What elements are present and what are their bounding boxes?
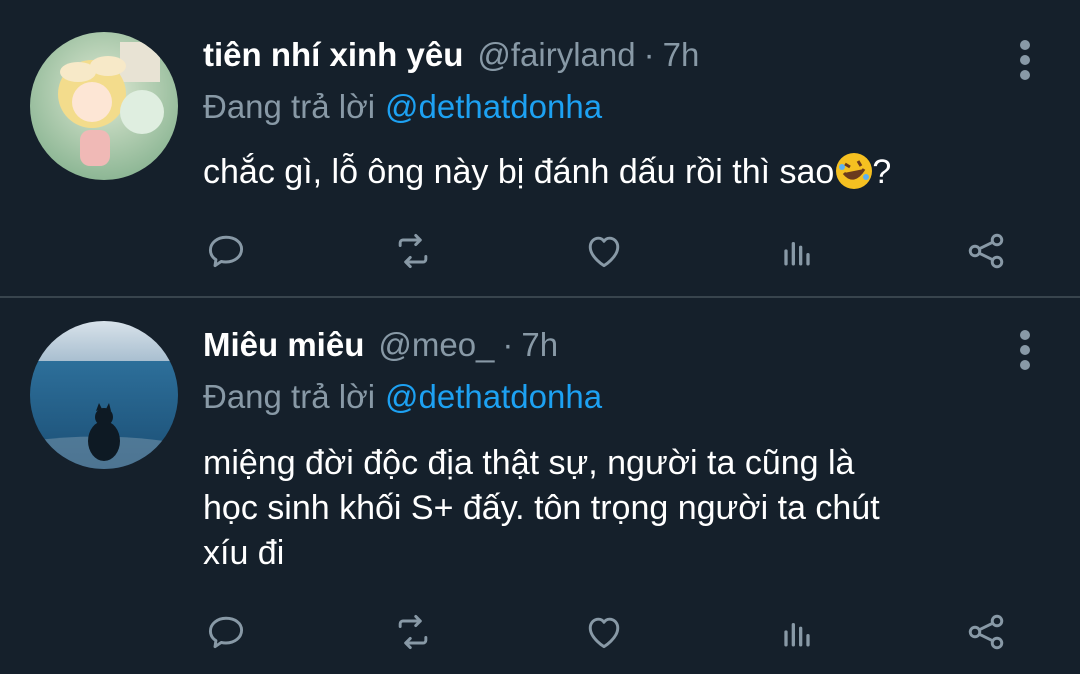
reply-icon[interactable] bbox=[203, 229, 249, 273]
username[interactable]: @fairyland bbox=[477, 36, 635, 74]
separator: · bbox=[502, 326, 514, 363]
display-name[interactable]: tiên nhí xinh yêu bbox=[203, 36, 463, 74]
replying-to: Đang trả lời @dethatdonha bbox=[203, 88, 602, 126]
more-icon[interactable] bbox=[1020, 330, 1030, 370]
tweet[interactable]: tiên nhí xinh yêu @fairyland · 7h Đang t… bbox=[0, 0, 1080, 296]
tweet[interactable]: Miêu miêu @meo_ · 7h Đang trả lời @dethat… bbox=[0, 298, 1080, 674]
share-icon[interactable] bbox=[963, 610, 1009, 654]
display-name[interactable]: Miêu miêu bbox=[203, 326, 364, 364]
share-icon[interactable] bbox=[963, 229, 1009, 273]
more-icon[interactable] bbox=[1020, 40, 1030, 80]
like-icon[interactable] bbox=[581, 229, 627, 273]
retweet-icon[interactable] bbox=[390, 229, 436, 273]
tweet-text: chắc gì, lỗ ông này bị đánh dấu rồi thì … bbox=[203, 150, 1023, 195]
mention-link[interactable]: @dethatdonha bbox=[385, 88, 602, 125]
analytics-icon[interactable] bbox=[774, 229, 820, 273]
tweet-text-body: chắc gì, lỗ ông này bị đánh dấu rồi thì … bbox=[203, 153, 835, 191]
timestamp[interactable]: 7h bbox=[663, 36, 700, 74]
retweet-icon[interactable] bbox=[390, 610, 436, 654]
tweet-actions bbox=[203, 610, 1023, 654]
tweet-text-line: xíu đi bbox=[203, 534, 285, 572]
mention-link[interactable]: @dethatdonha bbox=[385, 378, 602, 415]
tweet-text-line: miệng đời độc địa thật sự, người ta cũng… bbox=[203, 444, 855, 482]
tweet-text: miệng đời độc địa thật sự, người ta cũng… bbox=[203, 441, 1023, 576]
username[interactable]: @meo_ bbox=[378, 326, 494, 364]
tweet-actions bbox=[203, 229, 1023, 273]
avatar[interactable] bbox=[30, 321, 178, 469]
separator: · bbox=[643, 36, 655, 73]
tweet-text-line: học sinh khối S+ đấy. tôn trọng người ta… bbox=[203, 489, 880, 527]
rolling-on-floor-laughing-emoji-icon bbox=[836, 153, 873, 189]
reply-icon[interactable] bbox=[203, 610, 249, 654]
like-icon[interactable] bbox=[581, 610, 627, 654]
analytics-icon[interactable] bbox=[774, 610, 820, 654]
replying-prefix: Đang trả lời bbox=[203, 88, 376, 125]
replying-to: Đang trả lời @dethatdonha bbox=[203, 378, 602, 416]
tweet-text-suffix: ? bbox=[872, 153, 892, 191]
replying-prefix: Đang trả lời bbox=[203, 378, 376, 415]
avatar[interactable] bbox=[30, 32, 178, 180]
timestamp[interactable]: 7h bbox=[521, 326, 558, 364]
